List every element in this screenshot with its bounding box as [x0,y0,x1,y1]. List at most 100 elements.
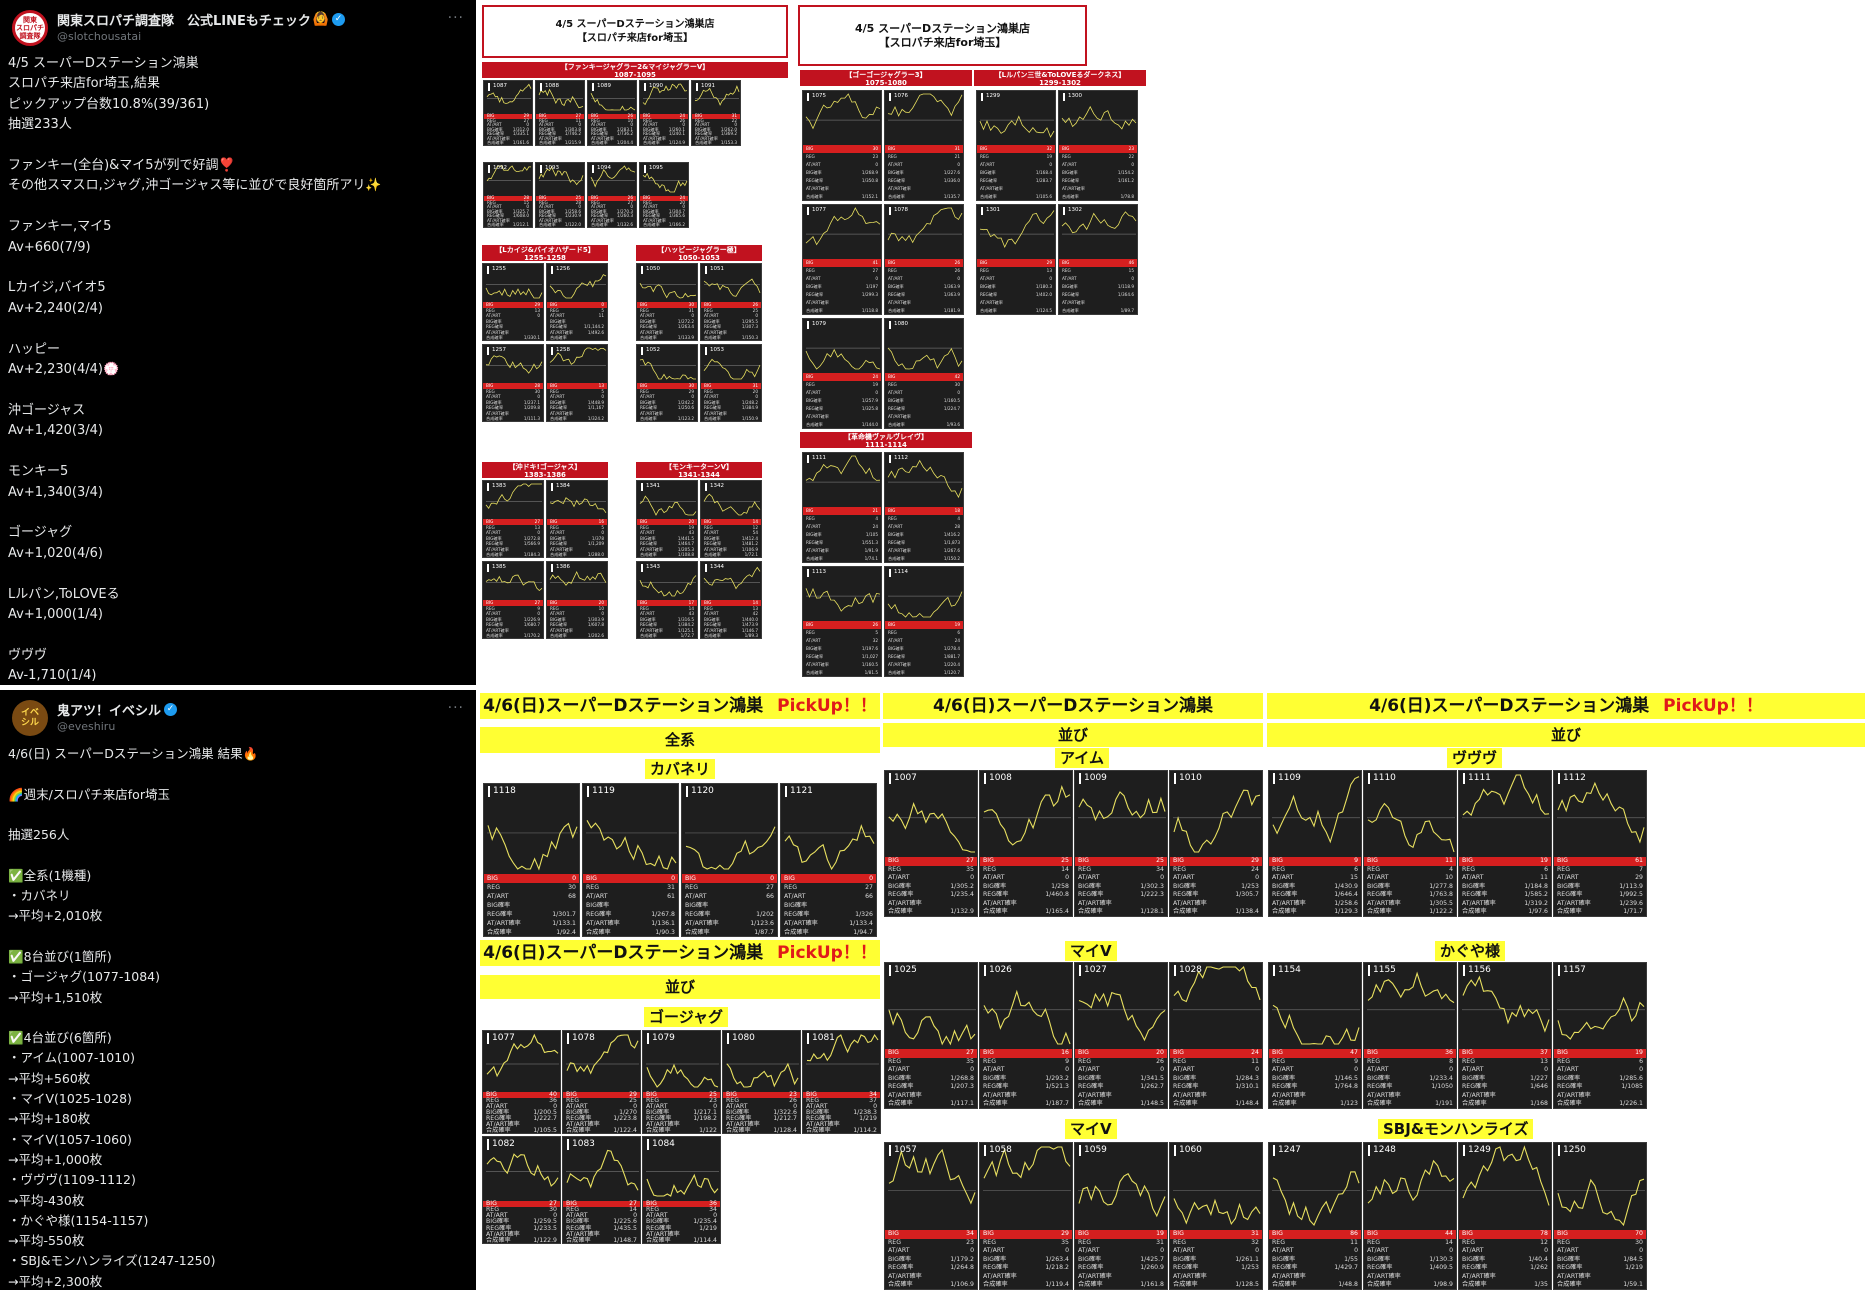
machine-card[interactable]: 1025 BIG 27 REG 35 AT/ART 0 BIG確率 1/268.8 REG確率 1/… [884,962,978,1109]
handle[interactable]: @slotchousatai [57,30,448,43]
machine-card[interactable]: 1058 BIG 29 REG 35 AT/ART 0 BIG確率 1/263.4 REG確率 1/… [979,1142,1073,1290]
machine-card[interactable]: 1078 BIG 29 REG 25 AT/ART 0 BIG確率 1/270 REG確率 1/22… [562,1030,641,1134]
stat-value: 0 [770,875,774,882]
machine-card[interactable]: 1155 BIG 36 REG 8 AT/ART 0 BIG確率 1/233.4 REG確率 1/1… [1363,962,1457,1109]
machine-card[interactable]: 1300 BIG 23 REG 22 AT/ART 0 BIG確率 1/154.2 REG確率 1/… [1058,90,1138,201]
result-image-0406[interactable]: 4/6(日)スーパーDステーション鴻巣 PickUp！！ 全系 4/6(日)スーパ… [480,690,1865,1290]
machine-card[interactable]: 1342 BIG 14 REG 12 AT/ART 54 BIG確率 1/412.4 REG確率 1… [700,480,762,558]
machine-card[interactable]: 1095 BIG 24 REG 20 AT/ART 0 BIG確率 1/304.7 REG確率 1/… [639,162,689,228]
machine-card[interactable]: 1078 BIG 26 REG 26 AT/ART 0 BIG確率 1/363.9 REG確率 1/… [884,204,964,315]
display-name[interactable]: 関東スロパチ調査隊 公式LINEもチェック [57,10,311,29]
result-image-0405[interactable]: 4/5 スーパーDステーション鴻巣店 【スロパチ来店for埼玉】 4/5 スーパー… [480,0,1865,685]
machine-card[interactable]: 1341 BIG 20 REG 19 AT/ART 43 BIG確率 1/441.5 REG確率 1… [636,480,698,558]
machine-card[interactable]: 1060 BIG 31 REG 32 AT/ART 0 BIG確率 1/261.1 REG確率 1/… [1169,1142,1263,1290]
machine-card[interactable]: 1112 BIG 18 REG 4 AT/ART 28 BIG確率 1/416.2 REG確率 1/… [884,452,964,563]
machine-card[interactable]: 1093 BIG 25 REG 28 AT/ART 0 BIG確率 1/258.6 REG確率 1/… [535,162,585,228]
machine-card[interactable]: 1080 BIG 42 REG 30 AT/ART 0 BIG確率 1/160.5 REG確率 1/… [884,318,964,429]
machine-card[interactable]: 1112 BIG 61 REG 7 AT/ART 29 BIG確率 1/113.9 REG確率 1/… [1553,770,1647,917]
machine-card[interactable]: 1087 BIG 29 REG 27 AT/ART 0 BIG確率 1/312.0 REG確率 1/… [483,80,533,146]
machine-card[interactable]: 1250 BIG 70 REG 30 AT/ART 0 BIG確率 1/84.5 REG確率 1/2… [1553,1142,1647,1290]
machine-card[interactable]: 1255 BIG 29 REG 13 AT/ART 0 BIG確率 REG確率 AT/ART確率合… [482,263,544,341]
machine-card[interactable]: 1094 BIG 26 REG 27 AT/ART 0 BIG確率 1/270.3 REG確率 1/… [587,162,637,228]
machine-card[interactable]: 1051 BIG 26 REG 25 AT/ART 0 BIG確率 1/295.5 REG確率 1/… [700,263,762,341]
slump-line [639,575,697,597]
machine-card[interactable]: 1076 BIG 31 REG 21 AT/ART 0 BIG確率 1/227.6 REG確率 1/… [884,90,964,201]
machine-card[interactable]: 1154 BIG 47 REG 9 AT/ART 0 BIG確率 1/146.5 REG確率 1/7… [1268,962,1362,1109]
machine-card[interactable]: 1113 BIG 26 REG 5 AT/ART 32 BIG確率 1/197.6 REG確率 1/… [802,566,882,677]
machine-card[interactable]: 1248 BIG 44 REG 14 AT/ART 0 BIG確率 1/130.3 REG確率 1/… [1363,1142,1457,1290]
machine-card[interactable]: 1302 BIG 46 REG 15 AT/ART 0 BIG確率 1/118.9 REG確率 1/… [1058,204,1138,315]
stat-label: BIG [888,146,896,151]
machine-card[interactable]: 1088 BIG 27 REG 11 AT/ART 0 BIG確率 1/303.8 REG確率 1/… [535,80,585,146]
machine-card[interactable]: 1092 BIG 28 REG 15 AT/ART 0 BIG確率 1/325.7 REG確率 1/… [483,162,533,228]
machine-card[interactable]: 1344 BIG 14 REG 13 AT/ART 42 BIG確率 1/440.0 REG確率 1… [700,561,762,639]
machine-card[interactable]: 1009 BIG 25 REG 34 AT/ART 0 BIG確率 1/302.3 REG確率 1/… [1074,770,1168,917]
stat-value: 29 [1635,874,1643,882]
machine-card[interactable]: 1385 BIG 27 REG 9 AT/ART 0 BIG確率 1/226.9 REG確率 1/6… [482,561,544,639]
handle[interactable]: @eveshiru [57,720,448,733]
stat-row: AT/ART 0 [983,874,1069,883]
stat-label: 合成確率 [640,335,657,341]
machine-card[interactable]: 1157 BIG 19 REG 6 AT/ART 0 BIG確率 1/285.6 REG確率 1/1… [1553,962,1647,1109]
machine-card[interactable]: 1111 BIG 21 REG 4 AT/ART 24 BIG確率 1/105 REG確率 1/55… [802,452,882,563]
machine-card[interactable]: 1027 BIG 20 REG 26 AT/ART 0 BIG確率 1/341.5 REG確率 1/… [1074,962,1168,1109]
machine-card[interactable]: 1089 BIG 26 REG 10 AT/ART 0 BIG確率 1/283.1 REG確率 1/… [587,80,637,146]
machine-card[interactable]: 1384 BIG 16 REG 5 AT/ART 0 BIG確率 1/378 REG確率 1/1,2… [546,480,608,558]
machine-card[interactable]: 1257 BIG 28 REG 30 AT/ART 0 BIG確率 1/237.1 REG確率 1/… [482,344,544,422]
machine-card[interactable]: 1077 BIG 40 REG 36 AT/ART 0 BIG確率 1/200.5 REG確率 1/… [482,1030,561,1134]
stat-row: REG確率 1/881.7 [888,653,960,661]
machine-card[interactable]: 1258 BIG 13 REG 5 AT/ART 0 BIG確率 1/448.9 REG確率 1/1… [546,344,608,422]
machine-card[interactable]: 1075 BIG 30 REG 23 AT/ART 0 BIG確率 1/268.9 REG確率 1/… [802,90,882,201]
machine-card[interactable]: 1081 BIG 34 REG 37 AT/ART 0 BIG確率 1/238.3 REG確率 1/… [802,1030,881,1134]
machine-card[interactable]: 1079 BIG 24 REG 19 AT/ART 0 BIG確率 1/257.9 REG確率 1/… [802,318,882,429]
machine-card[interactable]: 1120 BIG 0 REG 27 AT/ART 66 BIG確率 REG確率 1/202 AT/A… [681,783,778,937]
machine-card[interactable]: 1249 BIG 78 REG 12 AT/ART 0 BIG確率 1/40.4 REG確率 1/2… [1458,1142,1552,1290]
machine-card[interactable]: 1121 BIG 0 REG 27 AT/ART 66 BIG確率 REG確率 1/326 AT/A… [780,783,877,937]
machine-card[interactable]: 1084 BIG 36 REG 34 AT/ART 0 BIG確率 1/235.4 REG確率 1/… [642,1136,721,1244]
machine-card[interactable]: 1110 BIG 11 REG 4 AT/ART 10 BIG確率 1/277.8 REG確率 1/… [1363,770,1457,917]
stat-value: 29 [1046,260,1052,265]
stat-value: 1/325.8 [861,406,878,411]
avatar[interactable]: 関東 スロパチ 調査隊 [12,10,48,46]
more-options-icon[interactable]: ··· [448,10,464,26]
machine-card[interactable]: 1080 BIG 23 REG 26 AT/ART 0 BIG確率 1/322.6 REG確率 1/… [722,1030,801,1134]
stat-value: 24 [872,374,878,379]
machine-card[interactable]: 1256 BIG 0 REG 5 AT/ART 11 BIG確率 REG確率 1/1,144.2 A… [546,263,608,341]
avatar[interactable]: イベ シル [12,700,48,736]
machine-card[interactable]: 1059 BIG 19 REG 31 AT/ART 0 BIG確率 1/425.7 REG確率 1/… [1074,1142,1168,1290]
machine-card[interactable]: 1008 BIG 25 REG 14 AT/ART 0 BIG確率 1/258 REG確率 1/46… [979,770,1073,917]
stat-row: 合成確率 1/161.8 [1078,1281,1164,1289]
machine-card[interactable]: 1028 BIG 24 REG 11 AT/ART 0 BIG確率 1/284.3 REG確率 1/… [1169,962,1263,1109]
machine-card[interactable]: 1091 BIG 31 REG 22 AT/ART 0 BIG確率 1/262.0 REG確率 1/… [691,80,741,146]
machine-card[interactable]: 1386 BIG 20 REG 10 AT/ART 0 BIG確率 1/303.9 REG確率 1/… [546,561,608,639]
machine-card[interactable]: 1053 BIG 31 REG 20 AT/ART 0 BIG確率 1/248.2 REG確率 1/… [700,344,762,422]
machine-card[interactable]: 1077 BIG 41 REG 27 AT/ART 0 BIG確率 1/197 REG確率 1/29… [802,204,882,315]
more-options-icon[interactable]: ··· [448,700,464,716]
machine-card[interactable]: 1383 BIG 27 REG 13 AT/ART 0 BIG確率 1/272.8 REG確率 1/… [482,480,544,558]
machine-card[interactable]: 1301 BIG 29 REG 13 AT/ART 0 BIG確率 1/180.3 REG確率 1/… [976,204,1056,315]
machine-card[interactable]: 1343 BIG 17 REG 14 AT/ART 43 BIG確率 1/316.5 REG確率 1… [636,561,698,639]
machine-card[interactable]: 1247 BIG 86 REG 11 AT/ART 0 BIG確率 1/55 REG確率 1/429… [1268,1142,1362,1290]
machine-card[interactable]: 1083 BIG 27 REG 14 AT/ART 0 BIG確率 1/225.6 REG確率 1/… [562,1136,641,1244]
machine-card[interactable]: 1119 BIG 0 REG 31 AT/ART 61 BIG確率 REG確率 1/267.8 AT… [582,783,679,937]
machine-card[interactable]: 1111 BIG 19 REG 6 AT/ART 11 BIG確率 1/184.8 REG確率 1/… [1458,770,1552,917]
stat-label: AT/ART [1367,1066,1389,1074]
machine-card[interactable]: 1079 BIG 25 REG 23 AT/ART 0 BIG確率 1/217.1 REG確率 1/… [642,1030,721,1134]
machine-card[interactable]: 1010 BIG 29 REG 24 AT/ART 0 BIG確率 1/253 REG確率 1/30… [1169,770,1263,917]
machine-card[interactable]: 1090 BIG 24 REG 26 AT/ART 0 BIG確率 1/260.1 REG確率 1/… [639,80,689,146]
machine-card[interactable]: 1052 BIG 30 REG 29 AT/ART 0 BIG確率 1/242.2 REG確率 1/… [636,344,698,422]
machine-card[interactable]: 1057 BIG 34 REG 23 AT/ART 0 BIG確率 1/179.2 REG確率 1/… [884,1142,978,1290]
machine-card[interactable]: 1050 BIG 30 REG 31 AT/ART 0 BIG確率 1/272.2 REG確率 1/… [636,263,698,341]
machine-card[interactable]: 1156 BIG 37 REG 13 AT/ART 0 BIG確率 1/227 REG確率 1/64… [1458,962,1552,1109]
machine-card[interactable]: 1299 BIG 32 REG 19 AT/ART 0 BIG確率 1/168.4 REG確率 1/… [976,90,1056,201]
stat-label: 合成確率 [550,552,567,558]
machine-card[interactable]: 1114 BIG 19 REG 6 AT/ART 24 BIG確率 1/278.4 REG確率 1/… [884,566,964,677]
machine-card[interactable]: 1026 BIG 16 REG 9 AT/ART 0 BIG確率 1/293.2 REG確率 1/5… [979,962,1073,1109]
machine-card[interactable]: 1007 BIG 27 REG 35 AT/ART 0 BIG確率 1/305.2 REG確率 1/… [884,770,978,917]
machine-number: 1075 [807,93,826,101]
machine-card[interactable]: 1109 BIG 9 REG 6 AT/ART 15 BIG確率 1/430.9 REG確率 1/6… [1268,770,1362,917]
machine-card[interactable]: 1082 BIG 27 REG 30 AT/ART 0 BIG確率 1/259.5 REG確率 1/… [482,1136,561,1244]
display-name[interactable]: 鬼アツ！イベシル [57,700,161,719]
machine-card[interactable]: 1118 BIG 0 REG 30 AT/ART 68 BIG確率 REG確率 1/301.7 AT… [483,783,580,937]
stat-value: 1/187.7 [1045,1100,1069,1108]
